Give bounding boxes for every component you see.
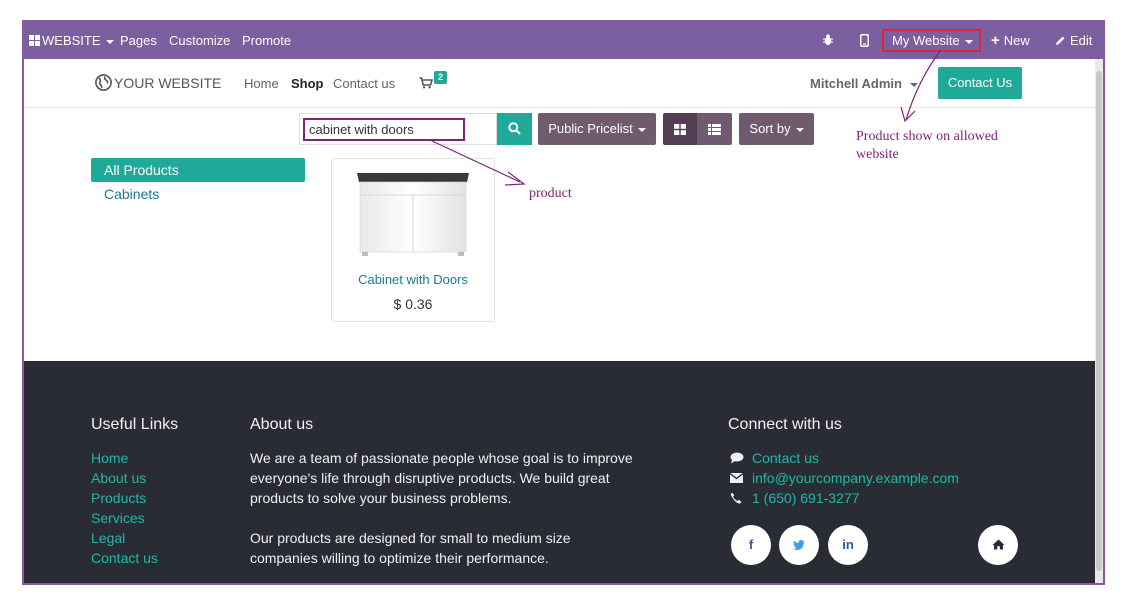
debug-button[interactable] <box>822 22 834 59</box>
website-menu-label: WEBSITE <box>42 33 101 48</box>
product-card[interactable]: Cabinet with Doors $ 0.36 <box>331 158 495 322</box>
promote-menu[interactable]: Promote <box>242 22 291 59</box>
annotation-website-note-1: Product show on allowed <box>856 129 998 144</box>
logo-text: YOUR WEBSITE <box>114 75 222 91</box>
pages-menu[interactable]: Pages <box>120 22 157 59</box>
phone-icon <box>730 492 742 504</box>
nav-home[interactable]: Home <box>244 59 279 108</box>
caret-down-icon <box>964 39 973 44</box>
home-icon <box>992 539 1004 550</box>
footer-link-contact[interactable]: Contact us <box>91 548 158 568</box>
customize-menu[interactable]: Customize <box>169 22 230 59</box>
product-image[interactable] <box>353 165 473 261</box>
new-label: New <box>1003 33 1030 48</box>
about-line: everyone's life through disruptive produ… <box>250 470 610 486</box>
about-title: About us <box>250 416 314 433</box>
nav-contact[interactable]: Contact us <box>333 59 395 108</box>
search-box: cabinet with doors <box>299 113 497 145</box>
product-price: $ 0.36 <box>393 296 433 312</box>
apps-grid-icon <box>29 35 40 46</box>
pricelist-dropdown[interactable]: Public Pricelist <box>538 113 656 145</box>
envelope-icon <box>730 473 743 483</box>
annotation-product: product <box>529 186 572 201</box>
nav-shop[interactable]: Shop <box>291 59 324 108</box>
pricelist-label: Public Pricelist <box>548 121 633 136</box>
about-line: companies willing to optimize their perf… <box>250 550 549 566</box>
footer-link-legal[interactable]: Legal <box>91 528 125 548</box>
about-line: products to solve your business problems… <box>250 490 512 506</box>
site-footer: Useful Links Home About us Products Serv… <box>24 361 1095 583</box>
site-logo[interactable]: YOUR WEBSITE <box>95 73 221 93</box>
scrollbar-thumb[interactable] <box>1096 71 1102 571</box>
edit-button[interactable]: Edit <box>1055 22 1092 59</box>
connect-contact-link[interactable]: Contact us <box>752 448 819 468</box>
home-link[interactable] <box>978 525 1018 565</box>
page-scrollbar[interactable] <box>1095 59 1103 583</box>
contact-us-button[interactable]: Contact Us <box>938 67 1022 99</box>
sort-label: Sort by <box>749 121 791 136</box>
list-icon <box>708 124 721 135</box>
search-input[interactable]: cabinet with doors <box>303 118 465 141</box>
about-line: Our products are designed for small to m… <box>250 530 571 546</box>
twitter-icon <box>793 540 805 550</box>
footer-link-home[interactable]: Home <box>91 448 128 468</box>
grid-icon <box>674 124 686 135</box>
caret-down-icon <box>795 127 804 132</box>
category-all-products[interactable]: All Products <box>91 158 305 182</box>
email-link[interactable]: info@yourcompany.example.com <box>752 468 959 488</box>
footer-link-products[interactable]: Products <box>91 488 146 508</box>
new-button[interactable]: + New <box>991 22 1030 59</box>
mobile-preview-button[interactable] <box>860 22 869 59</box>
admin-bar: WEBSITE Pages Customize Promote My Websi… <box>24 22 1103 59</box>
footer-link-services[interactable]: Services <box>91 508 145 528</box>
phone-link[interactable]: 1 (650) 691-3277 <box>752 488 859 508</box>
facebook-icon: f <box>748 537 754 552</box>
website-switcher-label: My Website <box>892 33 960 48</box>
user-menu[interactable]: Mitchell Admin <box>810 59 918 108</box>
sort-dropdown[interactable]: Sort by <box>739 113 814 145</box>
cart-link[interactable] <box>419 59 434 108</box>
website-menu[interactable]: WEBSITE <box>29 22 114 59</box>
site-header: YOUR WEBSITE Home Shop Contact us 2 Mitc… <box>24 59 1095 108</box>
pencil-icon <box>1056 36 1065 45</box>
list-view-toggle[interactable] <box>697 113 732 145</box>
cart-count-badge: 2 <box>434 71 447 84</box>
linkedin-link[interactable]: in <box>828 525 868 565</box>
cart-icon <box>419 77 434 89</box>
facebook-link[interactable]: f <box>731 525 771 565</box>
caret-down-icon <box>909 82 918 87</box>
caret-down-icon <box>637 127 646 132</box>
search-button[interactable] <box>497 113 532 145</box>
search-icon <box>508 122 521 135</box>
linkedin-icon: in <box>842 537 854 552</box>
connect-title: Connect with us <box>728 416 842 433</box>
bug-icon <box>823 34 833 45</box>
caret-down-icon <box>105 39 114 44</box>
category-cabinets[interactable]: Cabinets <box>104 184 159 204</box>
twitter-link[interactable] <box>779 525 819 565</box>
grid-view-toggle[interactable] <box>663 113 697 145</box>
plus-icon: + <box>991 32 1000 49</box>
product-name[interactable]: Cabinet with Doors <box>332 272 494 287</box>
footer-link-about[interactable]: About us <box>91 468 146 488</box>
annotation-website-note-2: website <box>856 147 899 162</box>
user-name: Mitchell Admin <box>810 76 902 91</box>
useful-links-title: Useful Links <box>91 416 179 433</box>
edit-label: Edit <box>1070 33 1093 48</box>
browser-frame: WEBSITE Pages Customize Promote My Websi… <box>22 20 1105 585</box>
website-switcher[interactable]: My Website <box>882 29 981 52</box>
globe-icon <box>95 74 112 91</box>
about-line: We are a team of passionate people whose… <box>250 450 633 466</box>
comment-icon <box>730 452 744 464</box>
mobile-icon <box>860 34 869 47</box>
